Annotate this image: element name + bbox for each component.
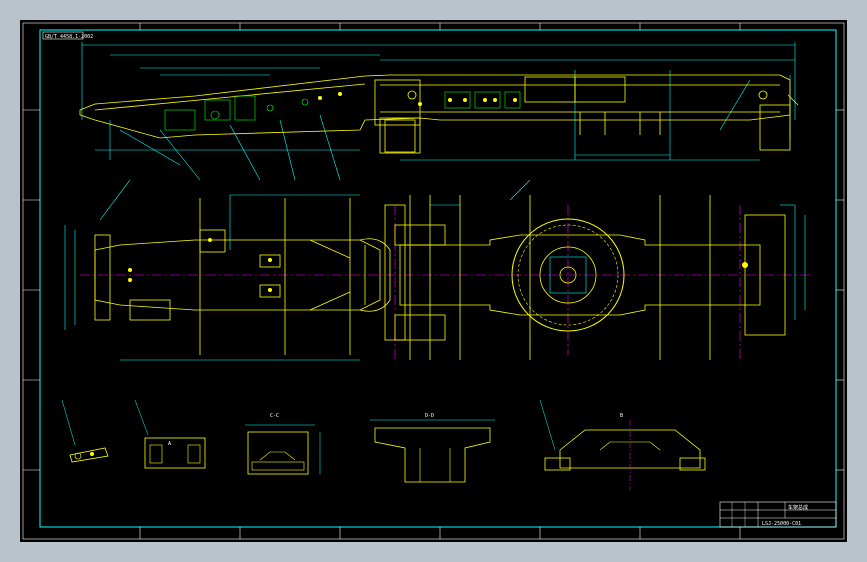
title-block[interactable]: 车架总成 LSJ-25000-C01 [719, 501, 837, 528]
sheet-border-inner [39, 29, 837, 528]
detail-section-d: D-D [370, 413, 495, 483]
view-b-label: B [620, 413, 623, 419]
detail-view-a: A [134, 399, 206, 469]
detail-section-c: C-C [245, 413, 321, 475]
side-detail-parts [164, 91, 521, 131]
view-a-label: A [168, 441, 171, 447]
top-left-tag: GB/T 4458.1-2002 [45, 34, 93, 40]
side-elevation-view[interactable] [79, 42, 799, 181]
detail-views[interactable]: A C-C D-D B [61, 399, 706, 490]
title-block-number: LSJ-25000-C01 [762, 521, 801, 527]
side-frame-outline [79, 74, 799, 154]
sheet-border-outer [22, 22, 845, 540]
cad-viewport[interactable]: GB/T 4458.1-2002 A C-C D-D B 车架总成 LSJ-25… [20, 20, 847, 542]
plan-view[interactable] [64, 179, 810, 361]
plan-crossmembers [199, 195, 711, 360]
detail-bracket-1 [61, 399, 109, 463]
title-block-name: 车架总成 [788, 504, 808, 511]
section-c-label: C-C [270, 413, 279, 419]
zone-ticks [23, 23, 844, 539]
drawing-canvas[interactable]: GB/T 4458.1-2002 A C-C D-D B 车架总成 LSJ-25… [20, 20, 847, 542]
side-lower-brackets [384, 112, 661, 153]
side-dimension-lines [81, 42, 796, 181]
side-holes [318, 92, 517, 106]
plan-dimension-lines [64, 179, 806, 361]
plan-frame-outline [94, 204, 786, 341]
section-d-label: D-D [425, 413, 434, 419]
plan-holes [128, 238, 748, 292]
detail-view-b: B [539, 399, 706, 490]
